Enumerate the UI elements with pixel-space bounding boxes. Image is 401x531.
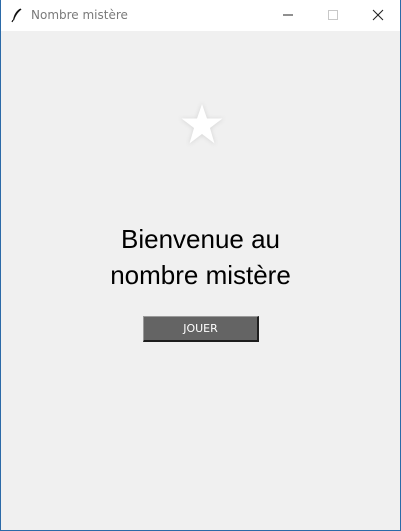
maximize-button[interactable]: [310, 0, 356, 31]
maximize-icon: [327, 6, 339, 25]
app-window: Nombre mistère Bienvenue au nombre mistè…: [0, 0, 401, 531]
main-content: Bienvenue au nombre mistère JOUER: [1, 31, 400, 530]
title-bar[interactable]: Nombre mistère: [1, 0, 400, 31]
welcome-heading: Bienvenue au nombre mistère: [1, 221, 400, 293]
star-icon: [175, 99, 229, 151]
welcome-line-2: nombre mistère: [110, 260, 291, 290]
close-button[interactable]: [355, 0, 401, 31]
play-button[interactable]: JOUER: [143, 316, 259, 342]
close-icon: [372, 6, 384, 25]
window-title: Nombre mistère: [31, 8, 128, 22]
minimize-icon: [282, 6, 294, 25]
feather-icon: [9, 7, 25, 23]
welcome-line-1: Bienvenue au: [120, 224, 281, 254]
minimize-button[interactable]: [265, 0, 311, 31]
